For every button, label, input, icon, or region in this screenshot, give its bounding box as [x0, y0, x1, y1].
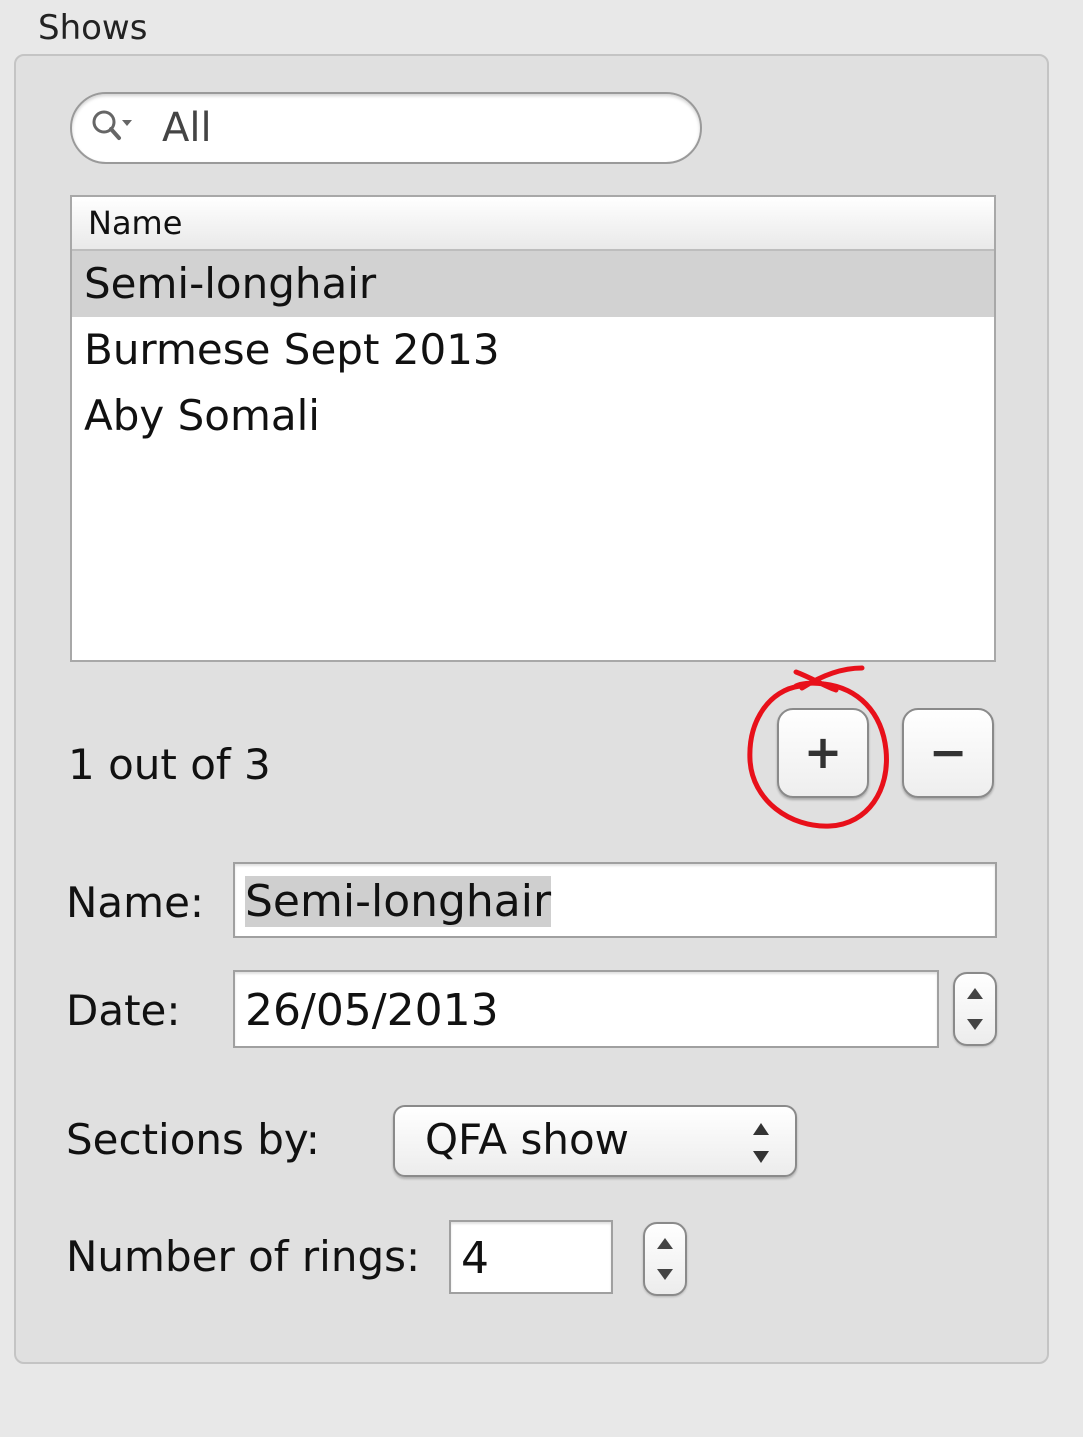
date-label: Date: [66, 986, 181, 1035]
sections-label: Sections by: [66, 1115, 320, 1164]
name-field[interactable]: Semi-longhair [233, 862, 997, 938]
rings-field[interactable]: 4 [449, 1220, 613, 1294]
search-icon[interactable] [90, 108, 134, 148]
search-field[interactable] [70, 92, 702, 164]
date-field-value: 26/05/2013 [245, 985, 499, 1036]
table-row[interactable]: Semi-longhair [72, 251, 994, 317]
remove-button[interactable]: − [902, 708, 994, 798]
add-button[interactable]: + [777, 708, 869, 798]
name-field-value: Semi-longhair [245, 876, 552, 927]
stepper-down-icon[interactable] [657, 1269, 673, 1280]
table-row[interactable]: Aby Somali [72, 383, 994, 449]
updown-arrows-icon [751, 1121, 771, 1165]
column-header-name[interactable]: Name [72, 197, 994, 251]
date-stepper[interactable] [953, 972, 997, 1046]
shows-table[interactable]: Name Semi-longhair Burmese Sept 2013 Aby… [70, 195, 996, 662]
record-count: 1 out of 3 [68, 740, 271, 789]
date-field[interactable]: 26/05/2013 [233, 970, 939, 1048]
stepper-up-icon[interactable] [967, 988, 983, 999]
name-label: Name: [66, 878, 205, 927]
search-input[interactable] [162, 102, 662, 154]
stepper-up-icon[interactable] [657, 1238, 673, 1249]
sections-popup[interactable]: QFA show [393, 1105, 797, 1177]
stepper-down-icon[interactable] [967, 1019, 983, 1030]
table-row[interactable]: Burmese Sept 2013 [72, 317, 994, 383]
rings-label: Number of rings: [66, 1232, 421, 1281]
rings-field-value: 4 [461, 1233, 489, 1284]
sections-popup-value: QFA show [425, 1115, 629, 1164]
rings-stepper[interactable] [643, 1222, 687, 1296]
group-title: Shows [38, 8, 148, 48]
